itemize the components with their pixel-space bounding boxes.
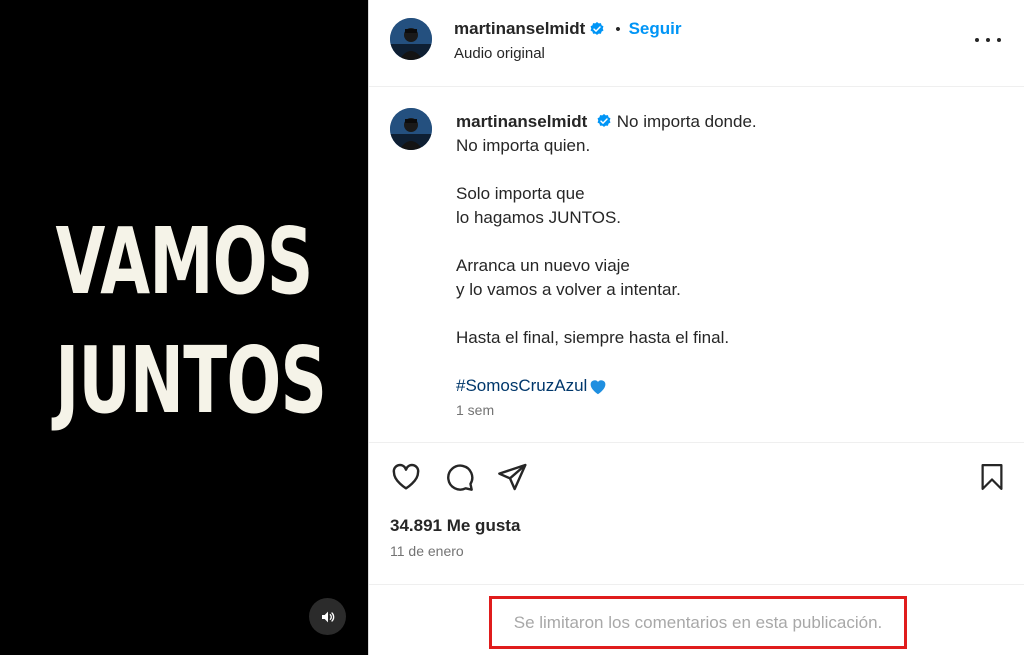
caption-text-line: Hasta el final, siempre hasta el final. [456, 328, 730, 347]
more-options-icon-dot [986, 38, 990, 42]
comment-icon [447, 464, 474, 491]
video-overlay-text-line-1: VAMOS [55, 208, 313, 315]
caption-text-line: No importa quien. [456, 136, 591, 155]
comments-limited-text: Se limitaron los comentarios en esta pub… [513, 612, 883, 632]
separator-dot: • [615, 20, 621, 38]
blue-heart-icon [590, 380, 606, 395]
caption-avatar[interactable] [390, 108, 432, 150]
divider [369, 584, 1024, 585]
hashtag-link[interactable]: #SomosCruzAzul [456, 374, 587, 398]
video-overlay-text-line-2: JUNTOS [55, 327, 327, 434]
reel-video[interactable]: VAMOS JUNTOS [0, 0, 368, 655]
caption-username[interactable]: martinanselmidt [456, 112, 587, 131]
save-button[interactable] [977, 461, 1007, 498]
comments-limited-notice: Se limitaron los comentarios en esta pub… [489, 596, 907, 649]
caption-text-line: y lo vamos a volver a intentar. [456, 280, 681, 299]
caption-text-line: No importa donde. [616, 112, 757, 131]
audio-link[interactable]: Audio original [454, 45, 545, 62]
divider [369, 442, 1024, 443]
bookmark-icon [981, 464, 1003, 490]
more-options-icon [975, 38, 979, 42]
verified-badge-icon [590, 22, 604, 35]
post-date: 11 de enero [390, 543, 464, 559]
verified-badge-icon [597, 114, 611, 127]
post-header: martinanselmidt • Seguir Audio original [369, 0, 1024, 87]
share-button[interactable] [496, 461, 528, 498]
likes-count[interactable]: 34.891 Me gusta [390, 516, 520, 536]
mute-button[interactable] [309, 598, 346, 635]
share-icon [498, 463, 527, 491]
caption-timestamp: 1 sem [456, 402, 495, 418]
post-author-username[interactable]: martinanselmidt [454, 19, 585, 39]
post-details-panel: martinanselmidt • Seguir Audio original [368, 0, 1024, 655]
like-button[interactable] [390, 461, 422, 498]
more-options-icon-dot [997, 38, 1001, 42]
caption-text-line: Solo importa que [456, 184, 585, 203]
more-options-button[interactable] [975, 28, 1001, 52]
caption-text-line: lo hagamos JUNTOS. [456, 208, 622, 227]
comment-button[interactable] [443, 461, 475, 498]
follow-button[interactable]: Seguir [629, 19, 682, 39]
speaker-icon [321, 611, 334, 622]
heart-icon [392, 463, 420, 490]
caption-text-line: Arranca un nuevo viaje [456, 256, 630, 275]
post-caption: martinanselmidt No importa donde. No imp… [456, 110, 996, 398]
avatar[interactable] [390, 18, 432, 60]
